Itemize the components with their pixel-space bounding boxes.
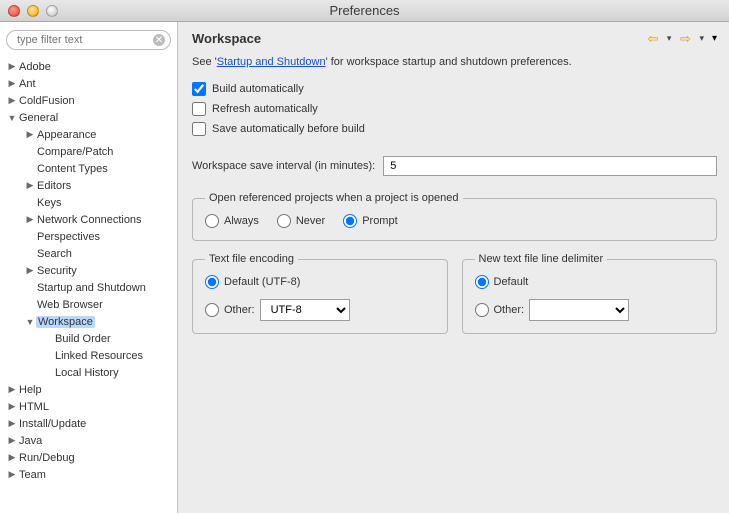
build-automatically-checkbox[interactable] <box>192 82 206 96</box>
chevron-right-icon: ▶ <box>6 61 18 72</box>
tree-item-workspace[interactable]: ▼Workspace <box>4 313 177 330</box>
nav-arrows: ⇦▾ ⇨▾ ▾ <box>643 30 717 46</box>
encoding-default[interactable]: Default (UTF-8) <box>205 275 435 289</box>
sidebar: ✕ ▶Adobe ▶Ant ▶ColdFusion ▼General ▶Appe… <box>0 22 178 513</box>
tree-item-adobe[interactable]: ▶Adobe <box>4 58 177 75</box>
refresh-automatically-checkbox[interactable] <box>192 102 206 116</box>
save-interval-input[interactable] <box>383 156 717 176</box>
delimiter-legend: New text file line delimiter <box>475 253 608 265</box>
tree-item-security[interactable]: ▶Security <box>4 262 177 279</box>
back-button[interactable]: ⇦ <box>643 30 663 46</box>
page-title: Workspace <box>192 31 261 46</box>
chevron-right-icon: ▶ <box>6 435 18 446</box>
delimiter-default[interactable]: Default <box>475 275 705 289</box>
filter-input[interactable] <box>6 30 171 50</box>
traffic-lights <box>0 5 58 17</box>
tree-item-team[interactable]: ▶Team <box>4 466 177 483</box>
tree-item-appearance[interactable]: ▶Appearance <box>4 126 177 143</box>
tree-item-web-browser[interactable]: Web Browser <box>4 296 177 313</box>
chevron-right-icon: ▶ <box>24 214 36 225</box>
chevron-down-icon: ▼ <box>6 113 18 123</box>
save-before-build-checkbox[interactable] <box>192 122 206 136</box>
chevron-right-icon: ▶ <box>6 78 18 89</box>
tree-item-perspectives[interactable]: Perspectives <box>4 228 177 245</box>
delimiter-other[interactable]: Other: <box>475 303 525 317</box>
tree-item-search[interactable]: Search <box>4 245 177 262</box>
chevron-right-icon: ▶ <box>6 384 18 395</box>
open-referenced-legend: Open referenced projects when a project … <box>205 192 463 204</box>
tree-item-network-connections[interactable]: ▶Network Connections <box>4 211 177 228</box>
chevron-right-icon: ▶ <box>24 265 36 276</box>
chevron-right-icon: ▶ <box>6 418 18 429</box>
forward-button[interactable]: ⇨ <box>675 30 695 46</box>
encoding-other[interactable]: Other: <box>205 303 255 317</box>
tree-item-html[interactable]: ▶HTML <box>4 398 177 415</box>
startup-shutdown-link[interactable]: Startup and Shutdown <box>217 56 326 68</box>
tree-item-coldfusion[interactable]: ▶ColdFusion <box>4 92 177 109</box>
tree-item-build-order[interactable]: Build Order <box>4 330 177 347</box>
open-ref-prompt[interactable]: Prompt <box>343 214 397 228</box>
build-automatically-check[interactable]: Build automatically <box>192 82 717 96</box>
delimiter-fieldset: New text file line delimiter Default Oth… <box>462 253 718 334</box>
tree-item-content-types[interactable]: Content Types <box>4 160 177 177</box>
forward-menu-icon[interactable]: ▾ <box>699 33 704 44</box>
window-title: Preferences <box>0 3 729 18</box>
tree-item-keys[interactable]: Keys <box>4 194 177 211</box>
chevron-right-icon: ▶ <box>24 129 36 140</box>
content-pane: Workspace ⇦▾ ⇨▾ ▾ See 'Startup and Shutd… <box>178 22 729 513</box>
tree-item-linked-resources[interactable]: Linked Resources <box>4 347 177 364</box>
save-before-build-check[interactable]: Save automatically before build <box>192 122 717 136</box>
tree-item-install-update[interactable]: ▶Install/Update <box>4 415 177 432</box>
tree-item-java[interactable]: ▶Java <box>4 432 177 449</box>
tree-item-compare-patch[interactable]: Compare/Patch <box>4 143 177 160</box>
chevron-right-icon: ▶ <box>6 95 18 106</box>
minimize-window-button[interactable] <box>27 5 39 17</box>
tree-item-ant[interactable]: ▶Ant <box>4 75 177 92</box>
refresh-automatically-check[interactable]: Refresh automatically <box>192 102 717 116</box>
save-interval-label: Workspace save interval (in minutes): <box>192 160 375 172</box>
encoding-select[interactable]: UTF-8 <box>260 299 350 321</box>
tree-item-general[interactable]: ▼General <box>4 109 177 126</box>
open-ref-always[interactable]: Always <box>205 214 259 228</box>
delimiter-select[interactable] <box>529 299 629 321</box>
chevron-right-icon: ▶ <box>6 452 18 463</box>
encoding-legend: Text file encoding <box>205 253 298 265</box>
open-referenced-fieldset: Open referenced projects when a project … <box>192 192 717 241</box>
view-menu-icon[interactable]: ▾ <box>712 33 717 44</box>
page-description: See 'Startup and Shutdown' for workspace… <box>192 52 717 82</box>
tree-item-local-history[interactable]: Local History <box>4 364 177 381</box>
tree-item-help[interactable]: ▶Help <box>4 381 177 398</box>
chevron-right-icon: ▶ <box>24 180 36 191</box>
preferences-tree: ▶Adobe ▶Ant ▶ColdFusion ▼General ▶Appear… <box>0 56 177 491</box>
tree-item-editors[interactable]: ▶Editors <box>4 177 177 194</box>
clear-filter-icon[interactable]: ✕ <box>153 34 165 46</box>
open-ref-never[interactable]: Never <box>277 214 325 228</box>
chevron-right-icon: ▶ <box>6 469 18 480</box>
back-menu-icon[interactable]: ▾ <box>667 33 672 44</box>
titlebar: Preferences <box>0 0 729 22</box>
close-window-button[interactable] <box>8 5 20 17</box>
zoom-window-button[interactable] <box>46 5 58 17</box>
chevron-right-icon: ▶ <box>6 401 18 412</box>
tree-item-startup-shutdown[interactable]: Startup and Shutdown <box>4 279 177 296</box>
chevron-down-icon: ▼ <box>24 317 36 327</box>
tree-item-run-debug[interactable]: ▶Run/Debug <box>4 449 177 466</box>
encoding-fieldset: Text file encoding Default (UTF-8) Other… <box>192 253 448 334</box>
